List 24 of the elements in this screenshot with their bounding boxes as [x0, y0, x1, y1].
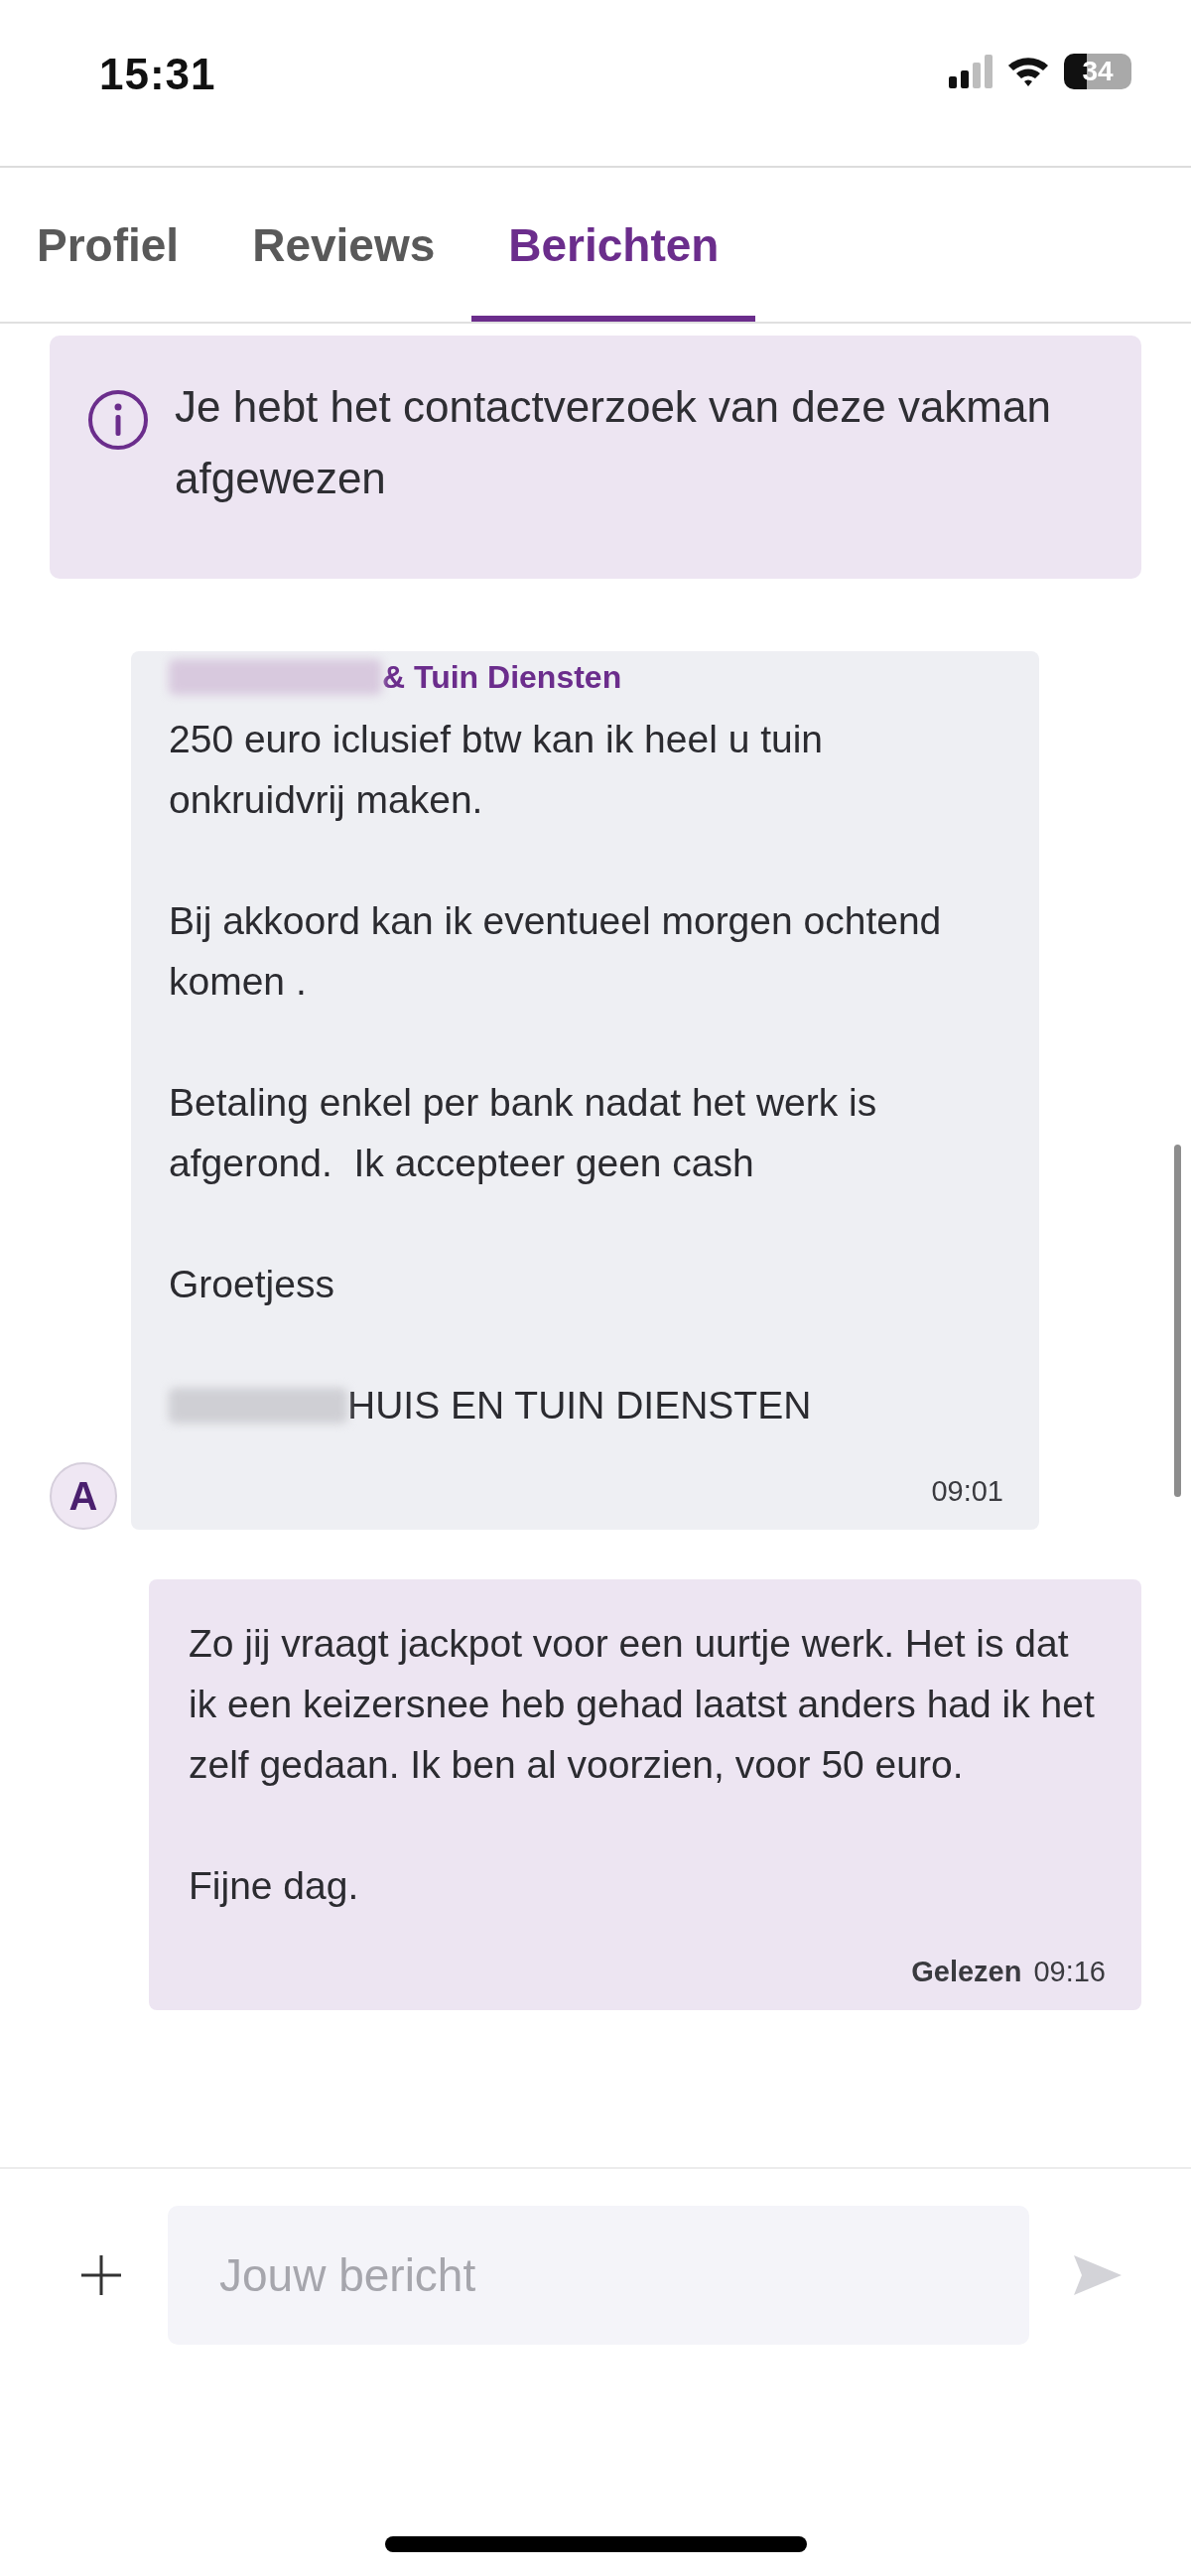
wifi-icon [1006, 55, 1050, 88]
signal-icon [949, 55, 992, 88]
notice-text: Je hebt het contactverzoek van deze vakman afgewezen [175, 381, 1052, 504]
send-icon [1074, 2255, 1122, 2295]
tab[interactable]: Profiel [0, 168, 216, 322]
info-icon [87, 389, 149, 451]
message-text: Fijne dag. [189, 1863, 359, 1909]
message-text: Bij akkoord kan ik eventueel morgen ochtend komen . [169, 898, 943, 1005]
sender-name: & Tuin Diensten [382, 658, 622, 696]
add-button[interactable] [79, 2253, 123, 2297]
message-time: 09:16 [1033, 1956, 1106, 1988]
message-text: HUIS EN TUIN DIENSTEN [347, 1383, 812, 1428]
message-text: 250 euro iclusief btw kan ik heel u tuin onkruidvrij maken. [169, 717, 825, 823]
message-input[interactable]: Jouw bericht [168, 2206, 1029, 2345]
tab[interactable]: Reviews [215, 168, 472, 322]
avatar: A [50, 1462, 117, 1530]
read-status: Gelezen [911, 1956, 1022, 1988]
message-text: Betaling enkel per bank nadat het werk is afgerond. Ik accepteer geen cash [169, 1080, 878, 1186]
tab[interactable]: Berichten [471, 168, 756, 322]
message-text: Zo jij vraagt jackpot voor een uurtje werk. Het is dat ik een keizersnee heb gehad laatst anders had ik het zelf gedaan. Ik ben al voorzien, voor 50 euro. [189, 1621, 1096, 1788]
message-text: Groetjess [169, 1262, 334, 1307]
message-time: 09:01 [931, 1475, 1003, 1508]
plus-icon [79, 2253, 123, 2297]
clock: 15:31 [99, 50, 216, 99]
